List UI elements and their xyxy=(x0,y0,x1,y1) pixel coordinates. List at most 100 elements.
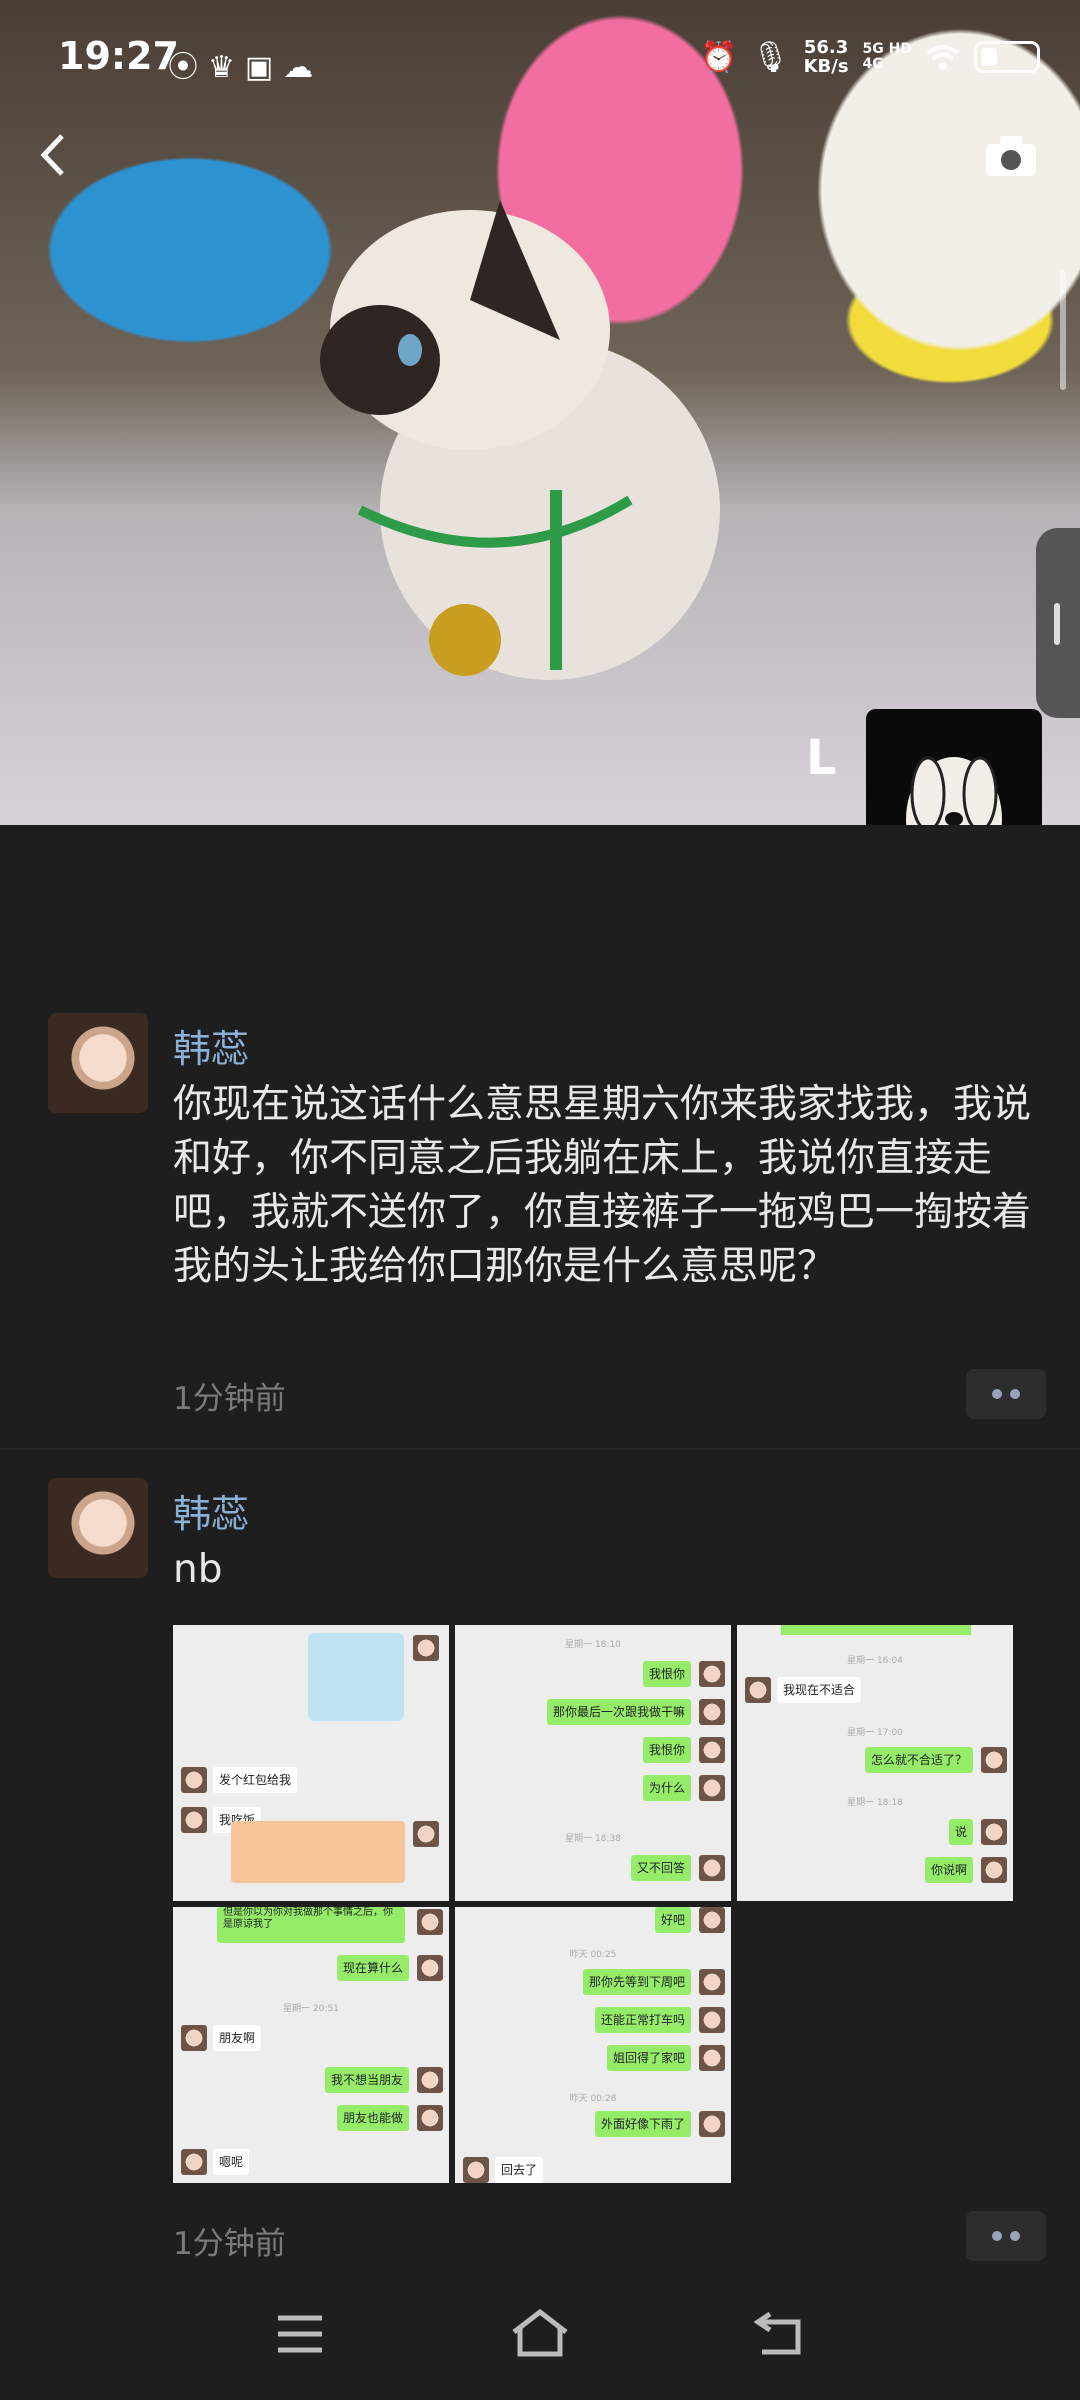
image-thumbnail[interactable]: 星期一 18:10 我恨你 那你最后一次跟我做干嘛 我恨你 为什么 星期一 18… xyxy=(455,1625,731,1901)
chat-bubble: 还能正常打车吗 xyxy=(594,2007,691,2033)
chat-avatar xyxy=(463,2157,489,2183)
profile-avatar[interactable] xyxy=(866,709,1042,825)
post-author[interactable]: 韩蕊 xyxy=(173,1483,249,1538)
menu-icon xyxy=(278,2315,322,2353)
avatar[interactable] xyxy=(48,1478,148,1578)
status-bar: 19:27 ⦿♛▣☁ ⏰ 🎙 56.3 KB/s 5G HD 4G xyxy=(0,0,1080,120)
back-nav-button[interactable] xyxy=(750,2308,810,2360)
chat-avatar xyxy=(981,1857,1007,1883)
chat-bubble: 你说啊 xyxy=(924,1857,973,1883)
home-icon xyxy=(512,2308,568,2357)
chat-timestamp: 昨天 00:25 xyxy=(569,1950,617,1960)
scrollbar[interactable] xyxy=(1060,270,1066,390)
chat-avatar xyxy=(413,1821,439,1847)
chat-bubble: 怎么就不合适了？ xyxy=(864,1747,973,1773)
signal-indicator: 5G HD 4G xyxy=(863,42,912,72)
chat-avatar xyxy=(181,2149,207,2175)
chat-bubble: 那你最后一次跟我做干嘛 xyxy=(546,1699,691,1725)
chat-avatar xyxy=(745,1677,771,1703)
chat-avatar xyxy=(413,1635,439,1661)
home-button[interactable] xyxy=(510,2308,570,2360)
chat-timestamp: 星期一 18:10 xyxy=(565,1640,621,1650)
chat-bubble: 朋友也能做 xyxy=(336,2105,409,2131)
menu-button[interactable] xyxy=(270,2308,330,2360)
chat-bubble-partial xyxy=(781,1625,971,1635)
app-icon: ▣ xyxy=(244,50,284,85)
chat-bubble: 好吧 xyxy=(654,1907,691,1933)
chat-avatar xyxy=(181,2025,207,2051)
net-speed-value: 56.3 xyxy=(803,37,849,58)
signal-label: 5G HD xyxy=(862,41,912,57)
chat-avatar xyxy=(699,1775,725,1801)
image-thumbnail[interactable]: 发个红包给我 我吃饭 xyxy=(173,1625,449,1901)
post-time: 1分钟前 xyxy=(173,1381,286,1417)
chat-bubble: 回去了 xyxy=(495,2157,544,2183)
side-panel-handle[interactable] xyxy=(1036,528,1080,718)
chat-avatar xyxy=(417,1909,443,1935)
back-icon xyxy=(753,2311,801,2355)
chat-bubble: 我现在不适合 xyxy=(777,1677,862,1703)
chat-avatar xyxy=(699,1699,725,1725)
crown-icon: ♛ xyxy=(208,50,245,85)
status-left-icons: ⦿♛▣☁ xyxy=(168,42,323,86)
chat-bubble: 我不想当朋友 xyxy=(324,2067,409,2093)
image-thumbnail[interactable]: 好吧 昨天 00:25 那你先等到下周吧 还能正常打车吗 姐回得了家吧 昨天 0… xyxy=(455,1907,731,2183)
chat-avatar xyxy=(699,1969,725,1995)
post-time: 1分钟前 xyxy=(173,2226,286,2262)
chat-bubble: 姐回得了家吧 xyxy=(606,2045,691,2071)
status-right: ⏰ 🎙 56.3 KB/s 5G HD 4G xyxy=(700,38,1040,76)
more-options-button[interactable] xyxy=(966,1369,1046,1419)
image-thumbnail[interactable]: 但是你以为你对我做那个事情之后，你是原谅我了 现在算什么 星期一 20:51 朋… xyxy=(173,1907,449,2183)
chat-bubble: 我恨你 xyxy=(642,1661,691,1687)
chat-timestamp: 星期一 18:18 xyxy=(847,1798,903,1808)
chat-avatar xyxy=(417,2067,443,2093)
chat-timestamp: 星期一 18:38 xyxy=(565,1834,621,1844)
post-text: 你现在说这话什么意思星期六你来我家找我，我说和好，你不同意之后我躺在床上，我说你… xyxy=(173,1082,1032,1289)
net-speed: 56.3 KB/s xyxy=(804,38,849,76)
back-button[interactable] xyxy=(34,130,74,180)
more-options-button[interactable] xyxy=(966,2211,1046,2261)
cloud-icon: ☁ xyxy=(283,50,324,85)
chat-avatar xyxy=(981,1819,1007,1845)
chat-timestamp: 星期一 20:51 xyxy=(283,2004,339,2014)
battery-icon xyxy=(974,41,1040,73)
chat-avatar xyxy=(181,1767,207,1793)
chat-bubble: 但是你以为你对我做那个事情之后，你是原谅我了 xyxy=(217,1907,405,1943)
alarm-icon: ⏰ xyxy=(700,39,738,75)
chat-avatar xyxy=(699,2045,725,2071)
chevron-left-icon xyxy=(40,134,64,176)
camera-icon xyxy=(986,136,1036,176)
chat-bubble: 外面好像下雨了 xyxy=(594,2111,691,2137)
chat-avatar xyxy=(699,2007,725,2033)
cover-photo[interactable]: L xyxy=(0,0,1080,825)
chat-avatar xyxy=(699,2111,725,2137)
chat-bubble: 嗯呢 xyxy=(213,2149,250,2175)
divider xyxy=(0,1448,1080,1450)
sticker-image xyxy=(308,1633,404,1721)
chat-avatar xyxy=(699,1737,725,1763)
status-time: 19:27 xyxy=(58,34,179,78)
chat-avatar xyxy=(417,1955,443,1981)
wifi-icon xyxy=(926,45,960,70)
chat-bubble: 那你先等到下周吧 xyxy=(582,1969,691,1995)
chat-avatar xyxy=(417,2105,443,2131)
avatar[interactable] xyxy=(48,1013,148,1113)
cat-photo xyxy=(320,200,720,680)
chat-avatar xyxy=(181,1807,207,1833)
signal-label-2: 4G xyxy=(862,56,884,72)
dog-icon xyxy=(866,709,1042,825)
camera-button[interactable] xyxy=(984,134,1038,178)
chat-avatar xyxy=(981,1747,1007,1773)
image-thumbnail[interactable]: 星期一 16:04 我现在不适合 星期一 17:00 怎么就不合适了？ 星期一 … xyxy=(737,1625,1013,1901)
chat-bubble: 发个红包给我 xyxy=(213,1767,298,1793)
chat-bubble: 我恨你 xyxy=(642,1737,691,1763)
chat-timestamp: 星期一 16:04 xyxy=(847,1656,903,1666)
chat-avatar xyxy=(699,1907,725,1933)
chat-bubble: 现在算什么 xyxy=(336,1955,409,1981)
cover-letter: L xyxy=(806,730,837,786)
post-author[interactable]: 韩蕊 xyxy=(173,1018,249,1073)
chat-bubble: 又不回答 xyxy=(630,1855,691,1881)
chat-timestamp: 星期一 17:00 xyxy=(847,1728,903,1738)
mic-icon: 🎙 xyxy=(751,39,790,75)
wechat-icon: ⦿ xyxy=(168,50,208,85)
